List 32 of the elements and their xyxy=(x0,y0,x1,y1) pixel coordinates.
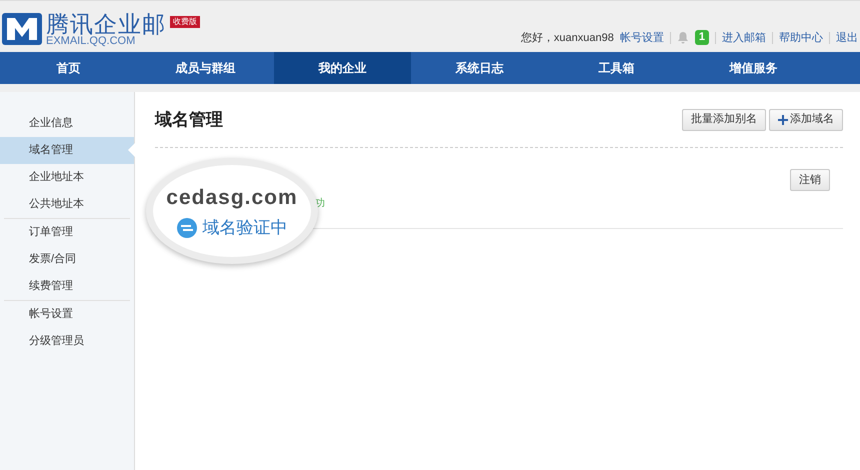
header-link[interactable]: 退出 xyxy=(836,30,858,46)
plus-icon xyxy=(778,114,788,124)
sidebar-item[interactable]: 续费管理 xyxy=(4,273,130,300)
sidebar-item[interactable]: 公共地址本 xyxy=(0,191,134,218)
magnified-domain: cedasg.com xyxy=(166,184,298,210)
deregister-button[interactable]: 注销 xyxy=(790,169,830,191)
verification-status: 域名验证中 xyxy=(202,217,288,239)
page-title: 域名管理 xyxy=(155,108,223,131)
nav-tab[interactable]: 首页 xyxy=(0,52,137,84)
header-link[interactable]: 帮助中心 xyxy=(779,30,823,46)
sidebar-item[interactable]: 企业地址本 xyxy=(0,164,134,191)
nav-tab[interactable]: 增值服务 xyxy=(685,52,822,84)
account-settings-link[interactable]: 帐号设置 xyxy=(620,30,664,46)
bell-icon[interactable] xyxy=(676,31,689,44)
sidebar-item[interactable]: 分级管理员 xyxy=(4,328,130,355)
sidebar-item[interactable]: 域名管理 xyxy=(0,137,134,164)
edition-badge: 收费版 xyxy=(170,16,200,28)
greeting-text: 您好，xuanxuan98 xyxy=(520,30,614,46)
sidebar-item[interactable]: 发票/合同 xyxy=(4,246,130,273)
header-link[interactable]: 进入邮箱 xyxy=(722,30,766,46)
sidebar-item[interactable]: 企业信息 xyxy=(0,110,134,137)
sidebar-item[interactable]: 订单管理 xyxy=(4,219,130,246)
nav-tab[interactable]: 工具箱 xyxy=(548,52,685,84)
nav-tab[interactable]: 系统日志 xyxy=(411,52,548,84)
nav-tab[interactable]: 我的企业 xyxy=(274,52,411,84)
nav-tab[interactable]: 成员与群组 xyxy=(137,52,274,84)
sidebar-item[interactable]: 帐号设置 xyxy=(4,301,130,328)
logo-subtitle: EXMAIL.QQ.COM xyxy=(46,36,136,47)
logo-icon xyxy=(2,13,42,45)
add-domain-button[interactable]: 添加域名 xyxy=(769,108,843,130)
logo-title: 腾讯企业邮 xyxy=(46,13,166,36)
batch-alias-button[interactable]: 批量添加别名 xyxy=(682,108,766,130)
